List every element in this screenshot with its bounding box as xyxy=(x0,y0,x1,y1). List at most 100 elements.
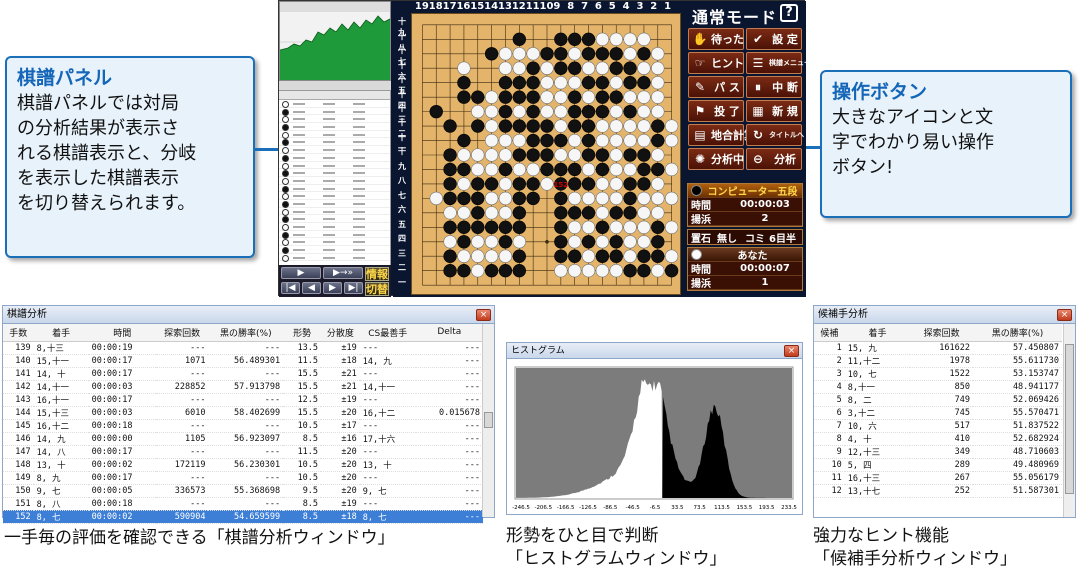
table-row[interactable]: 140 15,十一 00:00:17 1071 56.489301 11.5 ±18 14, … xyxy=(3,354,483,368)
last-move-button[interactable]: ▶| xyxy=(344,282,363,294)
black-stone xyxy=(526,90,540,104)
kifu-list-item[interactable] xyxy=(279,185,390,193)
table-row[interactable]: 142 14,十一 00:00:03 228852 57.913798 15.5 ±21 14… xyxy=(3,380,483,394)
table-row[interactable]: 146 14, 九 00:00:00 1105 56.923097 8.5 ±16 17,十六… xyxy=(3,432,483,446)
op-button-11[interactable]: ⊖ 分析 xyxy=(746,148,802,170)
scrollbar-thumb[interactable] xyxy=(484,412,493,428)
kifu-list-item[interactable] xyxy=(279,146,390,154)
table-cell: 3,十二 xyxy=(844,406,911,420)
op-button-7[interactable]: ▦ 新 規 xyxy=(746,100,802,122)
table-row[interactable]: 152 8, 七 00:00:02 590904 54.659599 8.5 ±18 8, 七… xyxy=(3,510,483,524)
op-button-10[interactable]: ✺ 分析中 xyxy=(688,148,744,170)
kifu-list-item[interactable] xyxy=(279,238,390,247)
go-board[interactable]: 152 xyxy=(411,13,681,295)
table-row[interactable]: 8 4, 十 410 52.682924 xyxy=(814,432,1062,446)
kifu-list-item[interactable] xyxy=(279,254,390,262)
table-cell: 148 xyxy=(3,458,34,472)
table-row[interactable]: 10 5, 四 289 49.480969 xyxy=(814,458,1062,472)
table-row[interactable]: 12 13,十七 252 51.587301 xyxy=(814,484,1062,498)
op-button-2[interactable]: ☞ ヒント xyxy=(688,52,744,74)
column-header[interactable]: 探索回数 xyxy=(155,324,209,342)
op-button-8[interactable]: ▤ 地合計算 xyxy=(688,124,755,146)
table-cell: 55.611730 xyxy=(973,354,1062,368)
first-move-button[interactable]: |◀ xyxy=(281,282,300,294)
table-row[interactable]: 4 8,十一 850 48.941177 xyxy=(814,380,1062,394)
op-button-0[interactable]: ✋ 待った xyxy=(688,28,744,50)
close-icon[interactable]: × xyxy=(784,345,799,357)
op-button-6[interactable]: ⚑ 投 了 xyxy=(688,100,744,122)
table-row[interactable]: 7 10, 六 517 51.837522 xyxy=(814,419,1062,433)
table-row[interactable]: 144 15,十三 00:00:03 6010 58.402699 15.5 ±20 16,十… xyxy=(3,406,483,420)
table-row[interactable]: 143 16,十一 00:00:17 --- --- 12.5 ±19 --- --- xyxy=(3,393,483,407)
kifu-list-item[interactable] xyxy=(279,215,390,223)
op-button-5[interactable]: ⏸ 中 断 xyxy=(746,76,802,98)
table-row[interactable]: 141 14, 十 00:00:17 --- --- 15.5 ±21 --- --- xyxy=(3,367,483,381)
close-icon[interactable]: × xyxy=(1057,309,1072,321)
kifu-analysis-scrollbar[interactable] xyxy=(482,324,494,517)
kifu-list-item[interactable] xyxy=(279,208,390,216)
kifu-list-item[interactable] xyxy=(279,177,390,185)
table-row[interactable]: 2 11,十二 1978 55.611730 xyxy=(814,354,1062,368)
prev-move-button[interactable]: ◀ xyxy=(302,282,321,294)
kifu-list-item[interactable] xyxy=(279,100,390,108)
next-move-button[interactable]: ▶ xyxy=(323,282,342,294)
table-row[interactable]: 150 9, 七 00:00:05 336573 55.368698 9.5 ±20 9, 七… xyxy=(3,484,483,498)
column-header[interactable]: 候補 xyxy=(814,324,845,342)
table-row[interactable]: 6 3,十二 745 55.570471 xyxy=(814,406,1062,420)
op-button-4[interactable]: ✎ パ ス xyxy=(688,76,744,98)
table-row[interactable]: 139 8,十三 00:00:19 --- --- 13.5 ±19 --- --- xyxy=(3,341,483,355)
white-stone xyxy=(595,264,610,278)
close-icon[interactable]: × xyxy=(476,309,491,321)
fast-forward-button[interactable]: ▶→» xyxy=(323,267,363,279)
kifu-list-item[interactable] xyxy=(279,200,390,208)
column-header[interactable]: 着手 xyxy=(844,324,911,342)
scrollbar-thumb[interactable] xyxy=(1065,344,1074,494)
column-header[interactable]: 時間 xyxy=(88,324,156,342)
kifu-list-item[interactable] xyxy=(279,138,390,147)
table-row[interactable]: 149 8, 九 00:00:17 --- --- 10.5 ±20 --- --- xyxy=(3,471,483,485)
kifu-list-item[interactable] xyxy=(279,131,390,139)
column-header[interactable]: 黒の勝率(%) xyxy=(208,324,284,342)
play-button[interactable]: ▶ xyxy=(281,267,321,279)
kifu-list-item[interactable] xyxy=(279,246,390,254)
table-row[interactable]: 1 15, 九 161622 57.450807 xyxy=(814,341,1062,355)
table-row[interactable]: 145 16,十二 00:00:18 --- --- 10.5 ±17 --- --- xyxy=(3,419,483,433)
table-cell: --- xyxy=(208,497,284,511)
kifu-list-item[interactable] xyxy=(279,223,390,231)
candidate-scrollbar[interactable] xyxy=(1063,324,1075,517)
kifu-list-item[interactable] xyxy=(279,108,390,116)
table-row[interactable]: 151 8, 八 00:00:18 --- --- 8.5 ±19 --- --- xyxy=(3,497,483,511)
switch-button[interactable]: 切替 xyxy=(365,282,389,296)
column-header[interactable]: 形勢 xyxy=(283,324,322,342)
column-header[interactable]: 着手 xyxy=(33,324,89,342)
column-header[interactable]: 分散度 xyxy=(321,324,360,342)
table-cell: 152 xyxy=(3,510,34,524)
op-button-9[interactable]: ↻ タイトルへ xyxy=(746,124,804,146)
table-row[interactable]: 147 14, 八 00:00:17 --- --- 11.5 ±20 --- --- xyxy=(3,445,483,459)
table-row[interactable]: 5 8, 二 749 52.069426 xyxy=(814,393,1062,407)
op-button-1[interactable]: ✔ 設 定 xyxy=(746,28,802,50)
kifu-list-item[interactable] xyxy=(279,154,390,162)
info-button[interactable]: 情報 xyxy=(365,267,389,281)
kifu-list-item[interactable] xyxy=(279,123,390,131)
black-stone xyxy=(554,162,568,177)
help-icon[interactable]: ? xyxy=(780,4,798,22)
table-cell: 144 xyxy=(3,406,34,420)
column-header[interactable]: 探索回数 xyxy=(910,324,974,342)
column-header[interactable]: CS最善手 xyxy=(359,324,416,342)
column-header[interactable]: 黒の勝率(%) xyxy=(973,324,1062,342)
column-header[interactable]: 手数 xyxy=(3,324,34,342)
go-board-grid[interactable]: 152 xyxy=(412,14,682,296)
table-row[interactable]: 9 12,十三 349 48.710603 xyxy=(814,445,1062,459)
column-header[interactable]: Delta xyxy=(415,324,483,342)
table-row[interactable]: 11 16,十三 267 55.056179 xyxy=(814,471,1062,485)
kifu-list-item[interactable] xyxy=(279,169,390,177)
kifu-list-item[interactable] xyxy=(279,192,390,200)
op-button-3[interactable]: ☰ 棋譜メニュー xyxy=(746,52,811,74)
kifu-list-item[interactable] xyxy=(279,115,390,124)
kifu-list[interactable] xyxy=(279,91,391,265)
kifu-list-item[interactable] xyxy=(279,231,390,239)
table-row[interactable]: 148 13, 十 00:00:02 172119 56.230301 10.5 ±20 13… xyxy=(3,458,483,472)
table-row[interactable]: 3 10, 七 1522 53.153747 xyxy=(814,367,1062,381)
kifu-list-item[interactable] xyxy=(279,162,390,170)
